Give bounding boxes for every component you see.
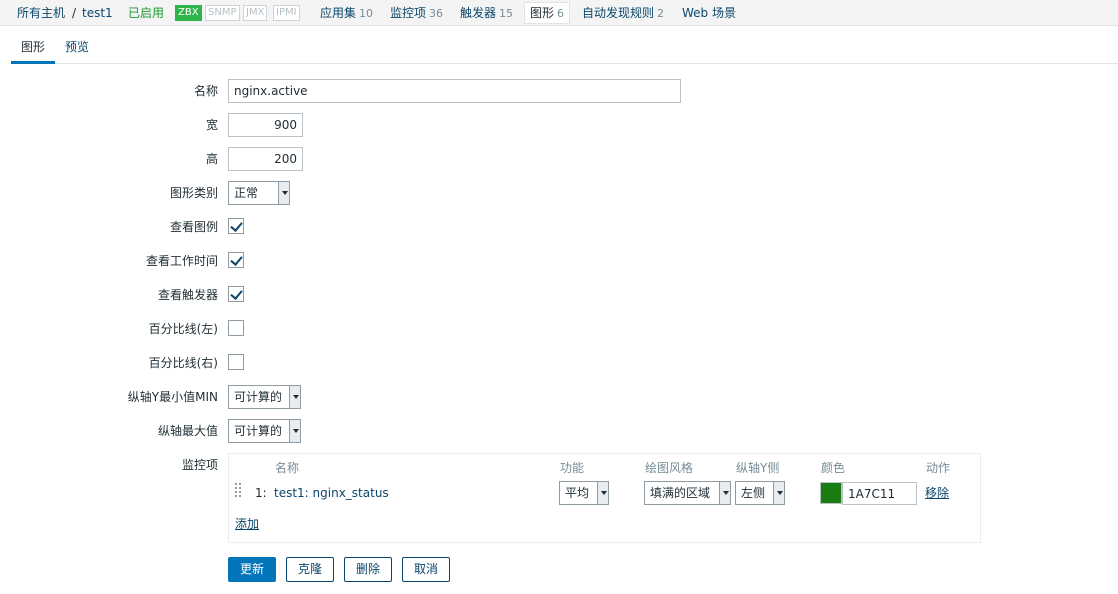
- column-header-draw-style: 绘图风格: [645, 461, 694, 475]
- chevron-down-icon: [289, 386, 300, 408]
- width-input[interactable]: [228, 113, 303, 137]
- tab-preview[interactable]: 预览: [65, 40, 89, 54]
- y-max-value: 可计算的: [234, 424, 283, 438]
- nav-items[interactable]: 监控项 36: [390, 6, 443, 21]
- nav-items-label: 监控项: [390, 6, 427, 20]
- breadcrumb-separator: /: [72, 6, 77, 20]
- item-function-select[interactable]: 平均: [559, 481, 609, 505]
- show-working-time-label: 查看工作时间: [145, 254, 218, 268]
- availability-badge-snmp: SNMP: [205, 5, 240, 21]
- item-function-value: 平均: [565, 486, 590, 500]
- nav-triggers-count: 15: [499, 7, 514, 20]
- active-tab-indicator: [11, 61, 55, 64]
- item-remove-link[interactable]: 移除: [925, 486, 949, 500]
- delete-button[interactable]: 删除: [344, 557, 392, 582]
- column-header-name: 名称: [275, 461, 300, 475]
- item-draw-style-value: 填满的区域: [650, 486, 711, 500]
- breadcrumb-all-hosts[interactable]: 所有主机: [17, 6, 65, 20]
- item-color-input[interactable]: [842, 482, 917, 505]
- breadcrumb-host[interactable]: test1: [82, 6, 113, 20]
- nav-graphs-count: 6: [557, 7, 565, 20]
- percentile-left-label: 百分比线(左): [148, 322, 218, 336]
- host-status-enabled[interactable]: 已启用: [128, 6, 164, 20]
- width-label: 宽: [205, 118, 218, 132]
- graph-items-table: 名称 功能 绘图风格 纵轴Y侧 颜色 动作 1: test1: nginx_st…: [228, 453, 981, 543]
- availability-badge-jmx: JMX: [243, 5, 268, 21]
- percentile-right-label: 百分比线(右): [148, 356, 218, 370]
- name-label: 名称: [193, 84, 218, 98]
- nav-discovery-rules-count: 2: [657, 7, 665, 20]
- nav-items-count: 36: [429, 7, 444, 20]
- clone-button[interactable]: 克隆: [286, 557, 334, 582]
- update-button[interactable]: 更新: [228, 557, 276, 582]
- column-header-function: 功能: [560, 461, 585, 475]
- form-tabs: 图形 预览: [11, 34, 1118, 64]
- column-header-color: 颜色: [821, 461, 846, 475]
- height-input[interactable]: [228, 147, 303, 171]
- nav-triggers-label: 触发器: [460, 6, 497, 20]
- y-max-label: 纵轴最大值: [157, 424, 218, 438]
- nav-graphs-current[interactable]: 图形 6: [524, 2, 571, 24]
- item-y-axis-side-value: 左侧: [741, 486, 766, 500]
- show-triggers-checkbox[interactable]: [228, 286, 244, 302]
- y-min-value: 可计算的: [234, 390, 283, 404]
- nav-graphs-label: 图形: [530, 6, 555, 20]
- nav-applications[interactable]: 应用集 10: [320, 6, 373, 21]
- cancel-button[interactable]: 取消: [402, 557, 450, 582]
- name-input[interactable]: [228, 79, 681, 103]
- item-row-index: 1:: [255, 486, 267, 500]
- drag-handle-icon[interactable]: [235, 483, 243, 501]
- tab-graph[interactable]: 图形: [21, 40, 45, 54]
- availability-badge-ipmi: IPMI: [273, 5, 300, 21]
- item-draw-style-select[interactable]: 填满的区域: [644, 481, 731, 505]
- chevron-down-icon: [278, 182, 289, 204]
- graph-type-value: 正常: [234, 186, 259, 200]
- chevron-down-icon: [289, 420, 300, 442]
- item-row-name-link[interactable]: test1: nginx_status: [274, 486, 389, 500]
- percentile-right-checkbox[interactable]: [228, 354, 244, 370]
- nav-triggers[interactable]: 触发器 15: [460, 6, 513, 21]
- chevron-down-icon: [719, 482, 730, 504]
- add-item-link[interactable]: 添加: [235, 517, 259, 531]
- items-label: 监控项: [181, 458, 218, 472]
- nav-discovery-rules-label: 自动发现规则: [582, 6, 655, 20]
- host-navigation-bar: 所有主机 / test1 已启用 ZBX SNMP JMX IPMI 应用集 10…: [0, 0, 1118, 26]
- show-working-time-checkbox[interactable]: [228, 252, 244, 268]
- graph-type-select[interactable]: 正常: [228, 181, 290, 205]
- show-legend-checkbox[interactable]: [228, 218, 244, 234]
- item-y-axis-side-select[interactable]: 左侧: [735, 481, 785, 505]
- chevron-down-icon: [773, 482, 784, 504]
- percentile-left-checkbox[interactable]: [228, 320, 244, 336]
- nav-applications-label: 应用集: [320, 6, 357, 20]
- column-header-action: 动作: [926, 461, 951, 475]
- show-legend-label: 查看图例: [169, 220, 218, 234]
- column-header-y-axis-side: 纵轴Y侧: [736, 461, 780, 475]
- availability-badge-zbx: ZBX: [175, 5, 202, 21]
- nav-discovery-rules[interactable]: 自动发现规则 2: [582, 6, 664, 21]
- height-label: 高: [205, 152, 218, 166]
- graph-type-label: 图形类别: [169, 186, 218, 200]
- chevron-down-icon: [597, 482, 608, 504]
- y-min-label: 纵轴Y最小值MIN: [127, 390, 218, 404]
- y-min-select[interactable]: 可计算的: [228, 385, 301, 409]
- nav-web-scenarios[interactable]: Web 场景: [682, 6, 736, 20]
- nav-applications-count: 10: [359, 7, 374, 20]
- show-triggers-label: 查看触发器: [157, 288, 218, 302]
- item-color-swatch[interactable]: [820, 482, 842, 504]
- y-max-select[interactable]: 可计算的: [228, 419, 301, 443]
